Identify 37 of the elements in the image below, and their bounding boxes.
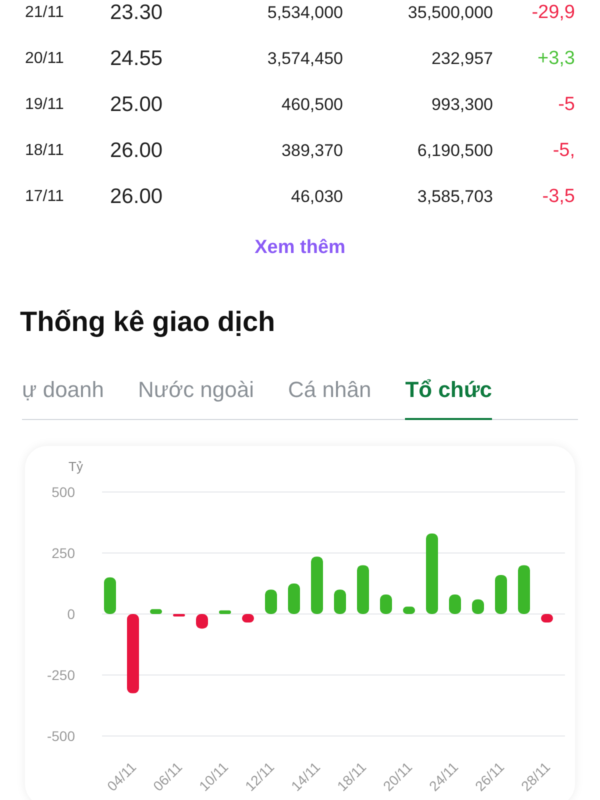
table-cell-text: 3,585,703 bbox=[416, 186, 493, 208]
change-cell-text: -5 bbox=[557, 92, 575, 117]
table-cell-text: 993,300 bbox=[430, 94, 493, 116]
section-title: Thống kê giao dịch bbox=[20, 304, 276, 338]
y-axis-label: -500 bbox=[46, 728, 75, 744]
tab[interactable]: ự doanh bbox=[22, 372, 104, 420]
date-cell-text: 19/11 bbox=[24, 95, 65, 115]
y-axis-label: 250 bbox=[52, 544, 75, 560]
date-cell-text: 18/11 bbox=[24, 141, 65, 161]
date-cell-text: 21/11 bbox=[24, 3, 65, 23]
change-cell-text: +3,3 bbox=[536, 46, 575, 71]
date-cell-text: 20/11 bbox=[24, 49, 65, 69]
tab[interactable]: Nước ngoài bbox=[138, 372, 254, 420]
tab[interactable]: Tổ chức bbox=[405, 372, 492, 420]
table-cell-text: 232,957 bbox=[430, 48, 493, 70]
table-cell-text: 46,030 bbox=[290, 186, 343, 208]
table-cell-text: 3,574,450 bbox=[266, 48, 343, 70]
date-cell-text: 17/11 bbox=[24, 187, 65, 207]
table-cell-text: 389,370 bbox=[280, 140, 343, 162]
y-axis-label: 0 bbox=[67, 606, 75, 622]
change-cell-text: -29,9 bbox=[530, 0, 575, 25]
more-link[interactable]: Xem thêm bbox=[254, 234, 346, 262]
price-cell-text: 25.00 bbox=[110, 92, 164, 118]
table-cell-text: 5,534,000 bbox=[266, 2, 343, 24]
table-cell-text: 6,190,500 bbox=[416, 140, 493, 162]
axis-unit-label: Tỷ bbox=[68, 458, 83, 474]
price-cell-text: 23.30 bbox=[110, 0, 164, 26]
change-cell-text: -5, bbox=[552, 138, 575, 163]
price-cell-text: 24.55 bbox=[110, 46, 164, 72]
y-axis-label: 500 bbox=[52, 484, 75, 500]
price-cell-text: 26.00 bbox=[110, 184, 164, 210]
table-cell-text: 460,500 bbox=[280, 94, 343, 116]
change-cell-text: -3,5 bbox=[541, 184, 575, 209]
price-cell-text: 26.00 bbox=[110, 138, 164, 164]
table-cell-text: 35,500,000 bbox=[406, 2, 493, 24]
tab[interactable]: Cá nhân bbox=[288, 372, 372, 420]
y-axis-label: -250 bbox=[46, 666, 75, 682]
